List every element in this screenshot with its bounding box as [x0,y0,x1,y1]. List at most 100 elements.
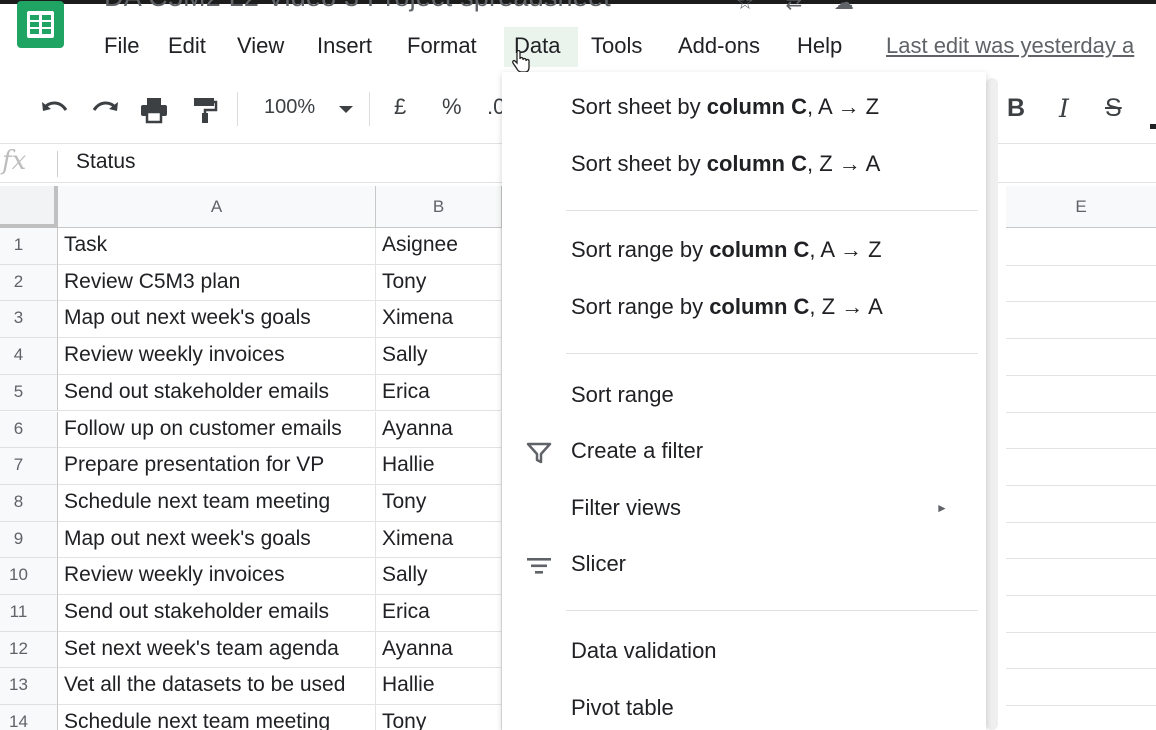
move-icon[interactable]: ⇄ [786,0,803,14]
menu-view[interactable]: View [235,27,286,67]
menu-tools[interactable]: Tools [589,27,644,67]
sort-range-az-item[interactable]: Sort range by column C, A → Z [502,229,986,275]
row-number[interactable]: 8 [0,484,58,522]
format-currency-button[interactable]: £ [394,94,406,120]
cell-task[interactable]: Follow up on customer emails [58,411,376,449]
cell-assignee[interactable]: Ayanna [376,411,502,449]
row-number[interactable]: 7 [0,448,58,485]
column-header-e[interactable]: E [1006,186,1156,228]
italic-button[interactable]: I [1059,94,1069,123]
print-icon[interactable] [139,96,169,124]
cell-assignee[interactable]: Ximena [376,301,502,339]
table-row: 12 Set next week's team agenda Ayanna [0,631,502,669]
paint-format-icon[interactable] [192,96,218,124]
row-number[interactable]: 3 [0,301,58,339]
menu-scrollbar[interactable] [986,78,998,730]
column-header-a[interactable]: A [58,186,376,228]
cell-assignee[interactable]: Sally [376,558,502,595]
redo-icon[interactable] [90,98,120,120]
star-icon[interactable]: ☆ [736,0,754,14]
menu-separator [566,610,978,611]
menu-add-ons[interactable]: Add-ons [676,27,762,67]
cell-assignee[interactable]: Erica [376,595,502,632]
cell-assignee[interactable]: Ximena [376,521,502,559]
cell-task[interactable]: Review C5M3 plan [58,264,376,302]
text-color-swatch[interactable] [1150,124,1156,129]
cell-task[interactable]: Send out stakeholder emails [58,595,376,632]
cell-task[interactable]: Schedule next team meeting [58,484,376,522]
cell-task[interactable]: Set next week's team agenda [58,631,376,669]
data-validation-item[interactable]: Data validation [502,630,986,676]
cell-assignee[interactable]: Tony [376,264,502,302]
pivot-table-item[interactable]: Pivot table [502,687,986,730]
formula-separator [57,151,58,177]
sort-sheet-az-item[interactable]: Sort sheet by column C, A → Z [502,86,986,132]
cell-assignee[interactable]: Asignee [376,228,502,265]
format-percent-button[interactable]: % [442,94,462,120]
select-all-corner[interactable] [0,186,58,228]
cloud-icon[interactable]: ☁ [834,0,854,14]
menu-separator [566,353,978,354]
sort-sheet-az-label: Sort sheet by column C, A → Z [571,94,880,119]
cell-assignee[interactable]: Tony [376,484,502,522]
create-filter-item[interactable]: Create a filter [502,430,986,476]
strikethrough-button[interactable]: S [1105,94,1122,123]
last-edit-link[interactable]: Last edit was yesterday a [886,27,1134,67]
document-title[interactable]: DA C5M2 L2 Video 3 Project spreadsheet [104,0,611,13]
cell-assignee[interactable]: Hallie [376,668,502,706]
row-number[interactable]: 2 [0,264,58,302]
cell-assignee[interactable]: Tony [376,705,502,730]
zoom-select[interactable]: 100% [264,96,315,119]
cell-task[interactable]: Vet all the datasets to be used [58,668,376,706]
menu-insert[interactable]: Insert [315,27,374,67]
cell-task[interactable]: Review weekly invoices [58,338,376,375]
chevron-down-icon[interactable] [338,105,354,115]
cell-task[interactable]: Map out next week's goals [58,521,376,559]
row-number[interactable]: 6 [0,411,58,449]
row-number[interactable]: 11 [0,595,58,632]
cell-task[interactable]: Send out stakeholder emails [58,374,376,412]
filter-views-item[interactable]: Filter views ► [502,487,986,533]
row-number[interactable]: 5 [0,374,58,412]
row-number[interactable]: 9 [0,521,58,559]
table-row: 7 Prepare presentation for VP Hallie [0,448,502,485]
cell-assignee[interactable]: Sally [376,338,502,375]
table-row: 13 Vet all the datasets to be used Hallie [0,668,502,706]
menu-file[interactable]: File [102,27,141,67]
table-row: 8 Schedule next team meeting Tony [0,484,502,522]
grid-line [1006,264,1156,266]
table-row: 11 Send out stakeholder emails Erica [0,595,502,632]
formula-input[interactable]: Status [76,150,136,174]
sort-sheet-za-item[interactable]: Sort sheet by column C, Z → A [502,143,986,189]
cell-task[interactable]: Review weekly invoices [58,558,376,595]
menu-format[interactable]: Format [405,27,479,67]
table-row: 6 Follow up on customer emails Ayanna [0,411,502,449]
slicer-item[interactable]: Slicer [502,543,986,589]
row-number[interactable]: 4 [0,338,58,375]
cell-task[interactable]: Map out next week's goals [58,301,376,339]
cell-assignee[interactable]: Erica [376,374,502,412]
menu-edit[interactable]: Edit [166,27,208,67]
sort-range-item[interactable]: Sort range [502,374,986,420]
column-header-b[interactable]: B [376,186,502,228]
table-row: 5 Send out stakeholder emails Erica [0,374,502,412]
bold-button[interactable]: B [1007,94,1025,123]
grid-line [1006,521,1156,523]
row-number[interactable]: 1 [0,228,58,265]
cell-task[interactable]: Task [58,228,376,265]
sort-sheet-za-label: Sort sheet by column C, Z → A [571,151,881,176]
cell-task[interactable]: Prepare presentation for VP [58,448,376,485]
sheet-grid: A B 1 Task Asignee 2 Review C5M3 plan Tony 3 Ma… [0,186,502,730]
row-number[interactable]: 10 [0,558,58,595]
cell-task[interactable]: Schedule next team meeting [58,705,376,730]
sort-range-za-label: Sort range by column C, Z → A [571,294,883,319]
cell-assignee[interactable]: Ayanna [376,631,502,669]
menu-help[interactable]: Help [795,27,844,67]
row-number[interactable]: 12 [0,631,58,669]
sort-range-za-item[interactable]: Sort range by column C, Z → A [502,286,986,332]
row-number[interactable]: 14 [0,705,58,730]
row-number[interactable]: 13 [0,668,58,706]
undo-icon[interactable] [40,98,70,120]
grid-line [1006,558,1156,560]
cell-assignee[interactable]: Hallie [376,448,502,485]
